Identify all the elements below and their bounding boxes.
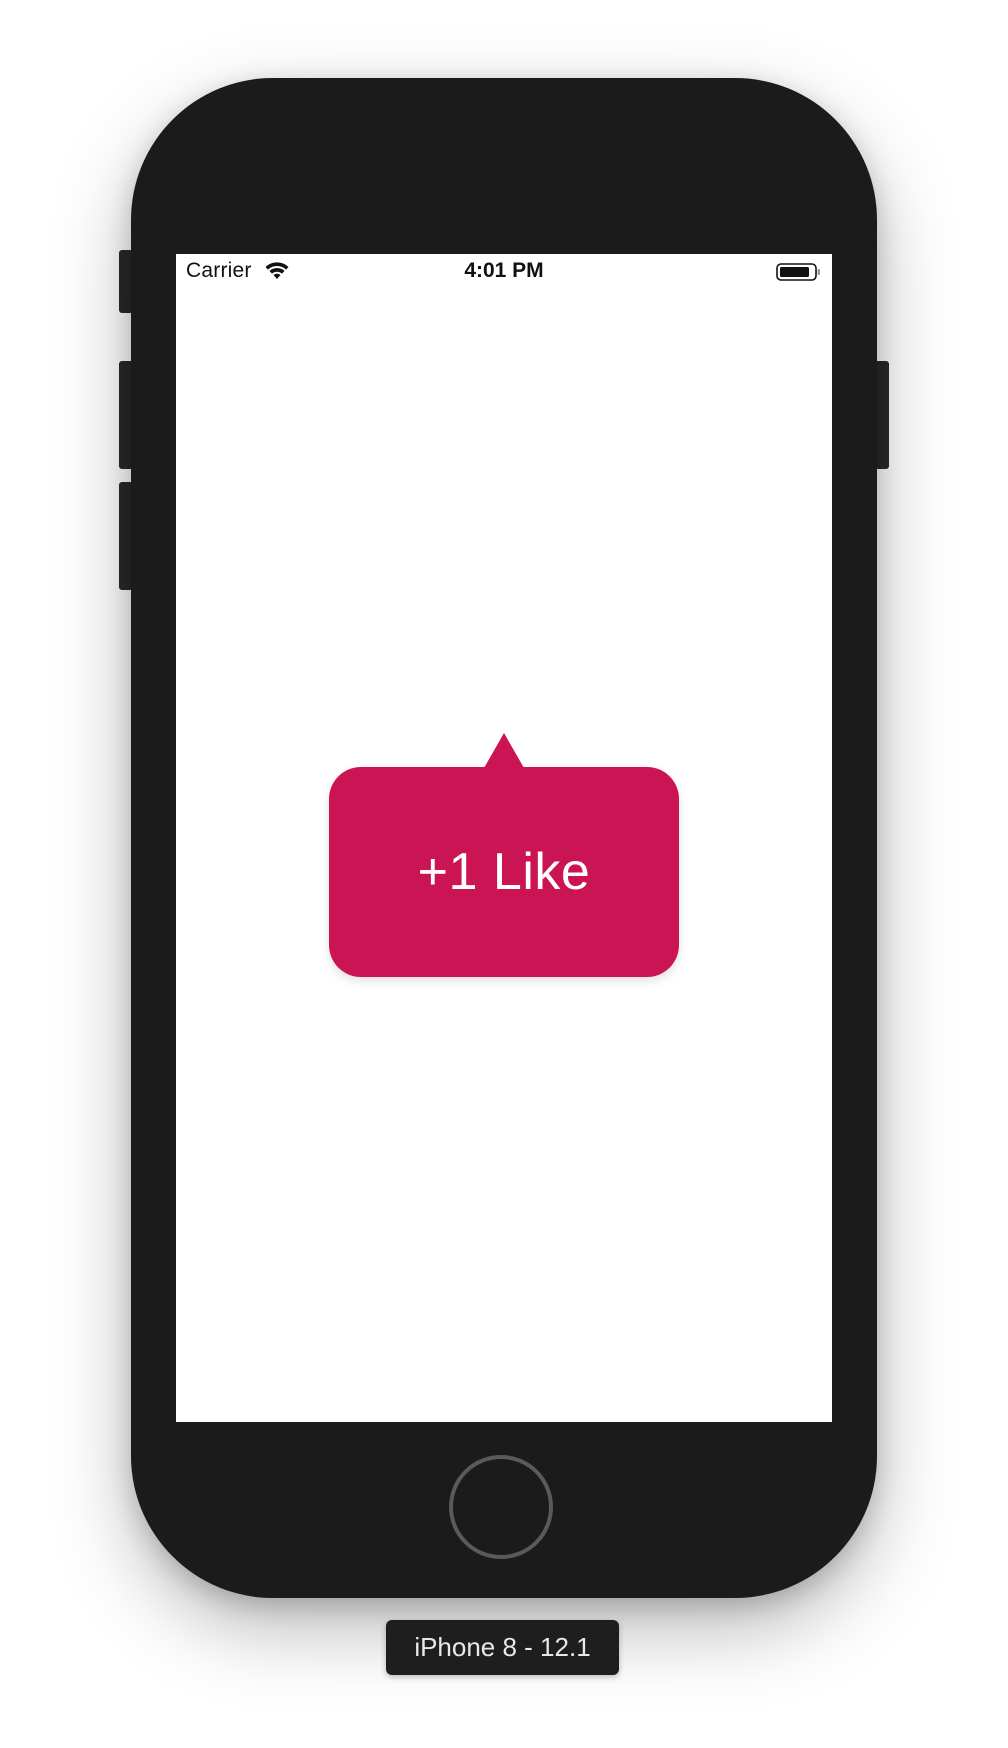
status-time: 4:01 PM bbox=[464, 259, 544, 282]
tooltip-arrow bbox=[484, 733, 524, 768]
tooltip-label: +1 Like bbox=[417, 843, 591, 901]
device-screen[interactable]: Carrier 4:01 PM +1 Like bbox=[176, 254, 832, 1422]
simulator-window: Carrier 4:01 PM +1 Like iPhone 8 - 12.1 bbox=[0, 0, 1008, 1748]
like-tooltip[interactable]: +1 Like bbox=[329, 733, 679, 977]
power-button bbox=[875, 361, 889, 469]
battery-icon bbox=[776, 263, 820, 281]
status-bar: Carrier 4:01 PM bbox=[176, 254, 832, 288]
home-button[interactable] bbox=[449, 1455, 553, 1559]
device-label: iPhone 8 - 12.1 bbox=[386, 1620, 619, 1675]
